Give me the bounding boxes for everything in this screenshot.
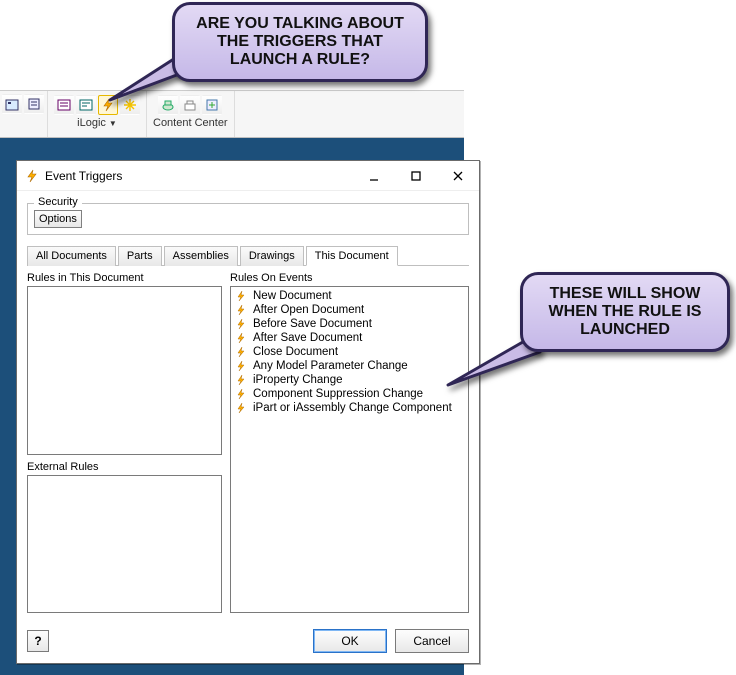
event-label: After Open Document: [253, 304, 364, 316]
cc-button-3[interactable]: [202, 95, 222, 115]
event-label: After Save Document: [253, 332, 362, 344]
lightning-icon: [235, 318, 247, 330]
event-label: Close Document: [253, 346, 338, 358]
event-item[interactable]: Close Document: [233, 345, 466, 359]
lightning-icon: [235, 402, 247, 414]
event-item[interactable]: Component Suppression Change: [233, 387, 466, 401]
ok-button[interactable]: OK: [313, 629, 387, 653]
dialog-title: Event Triggers: [45, 169, 122, 183]
rules-on-events-list[interactable]: New Document After Open Document Before Sa…: [230, 286, 469, 613]
lightning-icon: [25, 169, 39, 183]
callout-right: THESE WILL SHOW WHEN THE RULE IS LAUNCHE…: [520, 272, 730, 352]
event-item[interactable]: After Save Document: [233, 331, 466, 345]
ilogic-button-2[interactable]: [76, 95, 96, 115]
ilogic-button-1[interactable]: [54, 95, 74, 115]
tab-parts[interactable]: Parts: [118, 246, 162, 266]
tab-this-document[interactable]: This Document: [306, 246, 398, 266]
event-label: Component Suppression Change: [253, 388, 423, 400]
lightning-icon: [235, 304, 247, 316]
lightning-icon: [235, 346, 247, 358]
event-item[interactable]: iPart or iAssembly Change Component: [233, 401, 466, 415]
lightning-icon: [235, 332, 247, 344]
ribbon-leftpanel: [0, 91, 48, 137]
rules-in-doc-label: Rules in This Document: [27, 272, 222, 284]
event-item[interactable]: After Open Document: [233, 303, 466, 317]
event-label: iProperty Change: [253, 374, 343, 386]
callout-top: ARE YOU TALKING ABOUT THE TRIGGERS THAT …: [172, 2, 428, 82]
event-item[interactable]: Before Save Document: [233, 317, 466, 331]
ribbon-panel-label-cc: Content Center: [153, 117, 228, 129]
chevron-down-icon: ▼: [109, 119, 117, 128]
cancel-button[interactable]: Cancel: [395, 629, 469, 653]
event-label: Any Model Parameter Change: [253, 360, 408, 372]
event-label: iPart or iAssembly Change Component: [253, 402, 452, 414]
options-button[interactable]: Options: [34, 210, 82, 228]
event-item[interactable]: iProperty Change: [233, 373, 466, 387]
ribbon-button-1[interactable]: [2, 94, 22, 114]
help-button[interactable]: ?: [27, 630, 49, 652]
event-label: Before Save Document: [253, 318, 372, 330]
event-label: New Document: [253, 290, 332, 302]
titlebar: Event Triggers: [17, 161, 479, 191]
tab-all-documents[interactable]: All Documents: [27, 246, 116, 266]
external-rules-list[interactable]: [27, 475, 222, 613]
lightning-icon: [235, 290, 247, 302]
security-legend: Security: [34, 196, 82, 208]
event-triggers-dialog: Event Triggers Security Options All Docu…: [16, 160, 480, 664]
tab-drawings[interactable]: Drawings: [240, 246, 304, 266]
security-group: Security Options: [27, 203, 469, 235]
close-button[interactable]: [437, 162, 479, 190]
rules-in-doc-list[interactable]: [27, 286, 222, 455]
ribbon: iLogic▼ Content Center: [0, 90, 464, 138]
event-item[interactable]: New Document: [233, 289, 466, 303]
maximize-button[interactable]: [395, 162, 437, 190]
tabs: All Documents Parts Assemblies Drawings …: [27, 245, 469, 266]
rules-on-events-label: Rules On Events: [230, 272, 469, 284]
lightning-icon: [235, 374, 247, 386]
minimize-button[interactable]: [353, 162, 395, 190]
ribbon-button-2[interactable]: [24, 94, 44, 114]
lightning-icon: [235, 388, 247, 400]
dialog-footer: ? OK Cancel: [17, 621, 479, 663]
event-item[interactable]: Any Model Parameter Change: [233, 359, 466, 373]
ribbon-panel-label-ilogic[interactable]: iLogic▼: [77, 117, 117, 129]
external-rules-label: External Rules: [27, 461, 222, 473]
tab-assemblies[interactable]: Assemblies: [164, 246, 238, 266]
lightning-icon: [235, 360, 247, 372]
